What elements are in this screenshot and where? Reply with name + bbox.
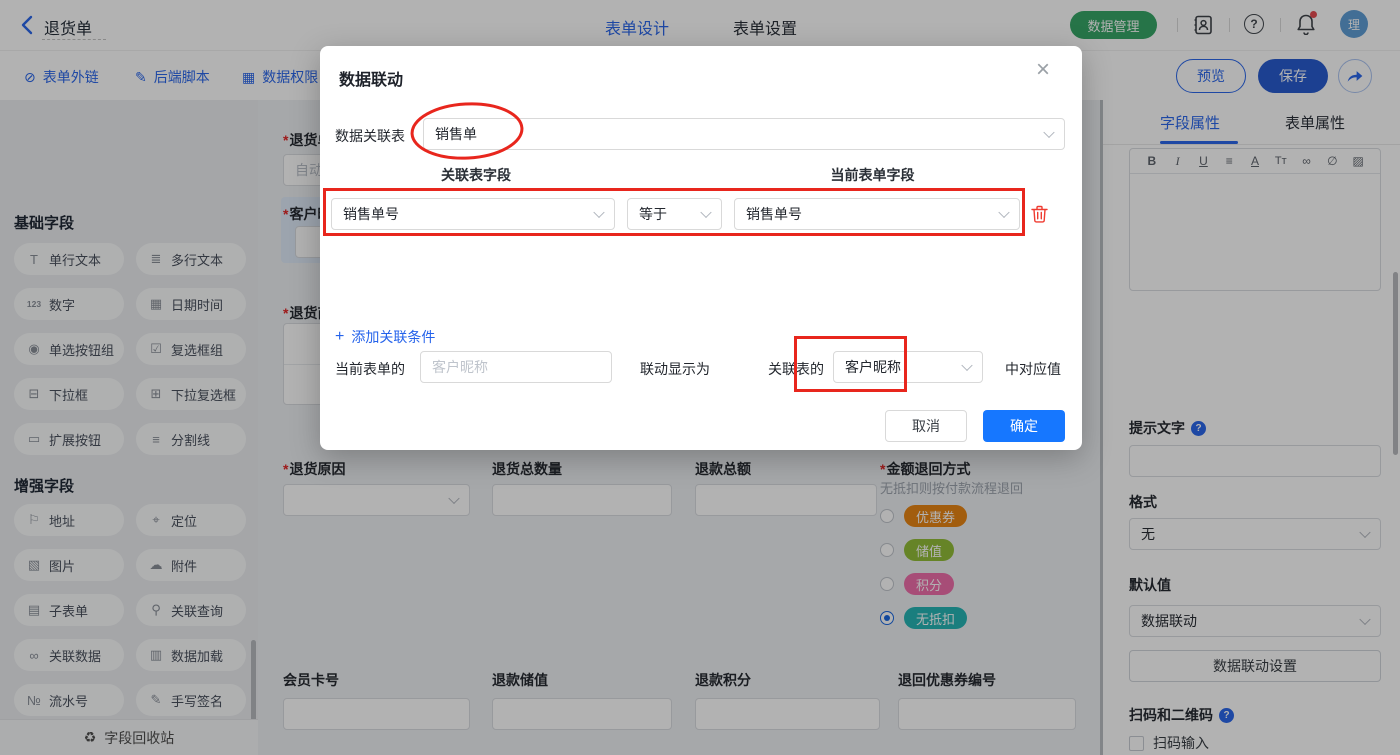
cancel-button[interactable]: 取消 bbox=[885, 410, 967, 442]
confirm-button[interactable]: 确定 bbox=[983, 410, 1065, 442]
condition-right-value: 销售单号 bbox=[746, 206, 802, 222]
modal-title: 数据联动 bbox=[339, 72, 404, 89]
plus-icon: + bbox=[335, 328, 345, 345]
map-middle-label: 联动显示为 bbox=[640, 361, 710, 377]
data-linkage-modal: 数据联动 × 数据关联表 销售单 关联表字段 当前表单字段 销售单号 等于 销售… bbox=[320, 46, 1082, 450]
condition-left-value: 销售单号 bbox=[343, 206, 399, 222]
form-designer-app: 退货单 表单设计 表单设置 数据管理 ? 理 ⊘ 表单外链 ✎ 后端脚本 ▦ 数… bbox=[0, 0, 1400, 755]
column-header-right: 当前表单字段 bbox=[830, 167, 915, 183]
relation-field-value: 客户昵称 bbox=[845, 359, 901, 375]
delete-condition-icon[interactable] bbox=[1031, 205, 1048, 223]
add-condition-link[interactable]: + 添加关联条件 bbox=[335, 327, 435, 347]
current-field-input[interactable]: 客户昵称 bbox=[420, 351, 612, 383]
map-prefix-label: 当前表单的 bbox=[335, 361, 405, 377]
condition-operator-select[interactable]: 等于 bbox=[627, 198, 722, 230]
input-placeholder: 客户昵称 bbox=[432, 359, 488, 375]
map-table-label: 关联表的 bbox=[768, 361, 824, 377]
condition-operator-value: 等于 bbox=[639, 206, 667, 222]
relation-field-select[interactable]: 客户昵称 bbox=[833, 351, 983, 383]
add-condition-label: 添加关联条件 bbox=[351, 329, 436, 345]
column-header-left: 关联表字段 bbox=[441, 167, 511, 183]
condition-left-select[interactable]: 销售单号 bbox=[331, 198, 615, 230]
relation-table-select[interactable]: 销售单 bbox=[423, 118, 1065, 150]
relation-table-value: 销售单 bbox=[435, 126, 477, 142]
relation-table-label: 数据关联表 bbox=[335, 128, 405, 144]
condition-right-select[interactable]: 销售单号 bbox=[734, 198, 1020, 230]
close-icon[interactable]: × bbox=[1036, 58, 1050, 82]
map-suffix-label: 中对应值 bbox=[1005, 361, 1061, 377]
